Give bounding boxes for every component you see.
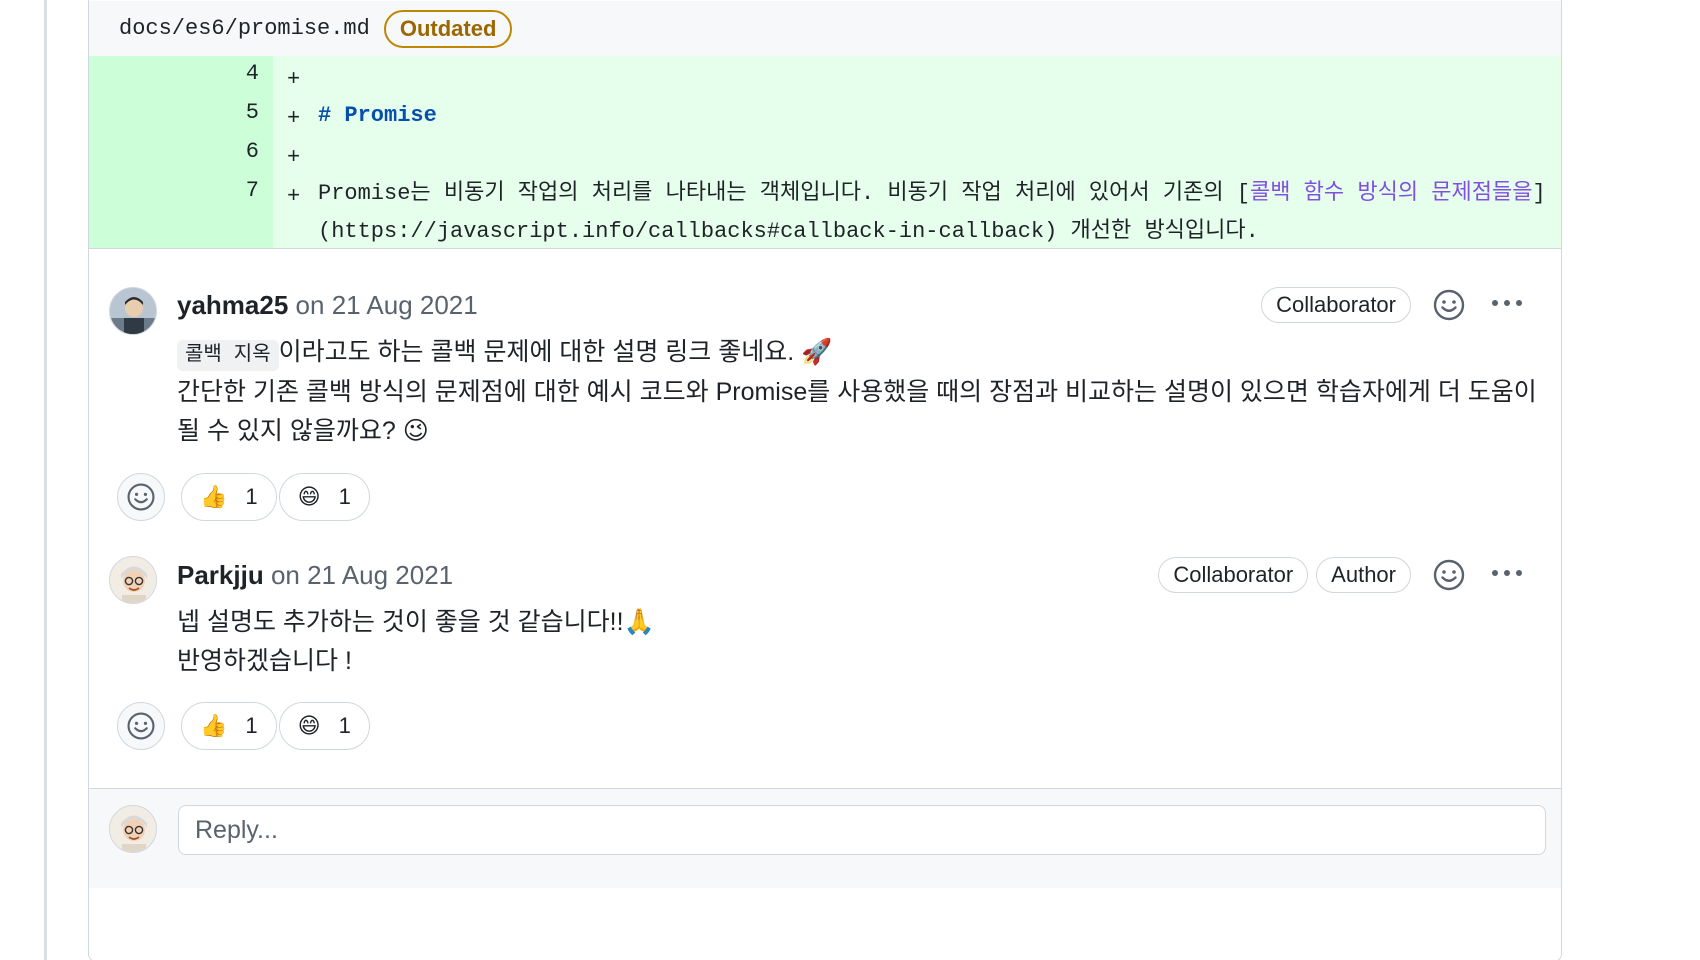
collaborator-badge: Collaborator — [1261, 287, 1411, 323]
diff-code: # Promise — [318, 103, 437, 128]
avatar[interactable] — [109, 287, 157, 335]
reaction-thumbs-up[interactable]: 👍 1 — [181, 473, 277, 521]
smiley-icon — [127, 483, 155, 511]
smiley-icon — [1433, 559, 1465, 591]
smile-icon: 😄 — [297, 713, 321, 738]
smile-icon: 😄 — [297, 484, 321, 509]
reaction-count: 1 — [245, 484, 258, 509]
diff-code-link-text: 콜백 함수 방식의 문제점들을 — [1249, 181, 1533, 206]
line-number[interactable]: 5 — [89, 95, 259, 131]
comment-date[interactable]: on 21 Aug 2021 — [296, 290, 478, 320]
diff-code-continuation: (https://javascript.info/callbacks#callb… — [318, 219, 1259, 244]
outdated-badge: Outdated — [383, 9, 513, 48]
author-name[interactable]: Parkjju — [177, 560, 264, 590]
badges: Collaborator Author — [1158, 557, 1411, 593]
reactions-bar: 👍 1 😄 1 — [117, 473, 370, 521]
collaborator-badge: Collaborator — [1158, 557, 1309, 593]
line-number[interactable]: 6 — [89, 134, 259, 170]
reply-input[interactable]: Reply... — [178, 805, 1546, 855]
author-name[interactable]: yahma25 — [177, 290, 288, 320]
add-reaction-button[interactable] — [1431, 557, 1467, 593]
badges: Collaborator — [1261, 287, 1411, 323]
comment-body-line: 반영하겠습니다 ! — [177, 647, 352, 675]
diff-line: 7 + Promise는 비동기 작업의 처리를 나타내는 객체입니다. 비동기… — [89, 173, 1561, 249]
reply-area: Reply... — [89, 788, 1561, 888]
file-header: docs/es6/promise.md Outdated — [89, 1, 1561, 56]
line-number[interactable]: 7 — [89, 173, 259, 209]
timeline-line — [44, 0, 47, 960]
smiley-icon — [127, 712, 155, 740]
diff-code-text: ] — [1532, 181, 1546, 206]
diff-sign: + — [287, 106, 301, 131]
comment-header: Parkjju on 21 Aug 2021 — [177, 553, 453, 597]
reactions-bar: 👍 1 😄 1 — [117, 702, 370, 750]
author-badge: Author — [1316, 557, 1411, 593]
file-path[interactable]: docs/es6/promise.md — [119, 16, 370, 41]
thumbs-up-icon: 👍 — [200, 484, 228, 509]
kebab-horizontal-icon — [1492, 570, 1522, 576]
thumbs-up-icon: 👍 — [200, 713, 228, 738]
comment-body-line: 간단한 기존 콜백 방식의 문제점에 대한 예시 코드와 Promise를 사용… — [177, 378, 1537, 406]
comment-body-line: 콜백 지옥 이라고도 하는 콜백 문제에 대한 설명 링크 좋네요. 🚀 — [177, 333, 832, 375]
comment-body-line: 넵 설명도 추가하는 것이 좋을 것 같습니다!!🙏 — [177, 608, 655, 636]
diff-line: 6 + — [89, 134, 1561, 173]
smiley-icon — [1433, 289, 1465, 321]
more-options-button[interactable] — [1487, 285, 1527, 321]
comment-date[interactable]: on 21 Aug 2021 — [271, 560, 453, 590]
review-thread: docs/es6/promise.md Outdated 4 + 5 + # P… — [88, 0, 1562, 960]
diff-code-text: Promise는 비동기 작업의 처리를 나타내는 객체입니다. 비동기 작업 … — [318, 181, 1250, 206]
comment-body-line: 될 수 있지 않을까요? 😉 — [177, 417, 429, 445]
comment-text: 이라고도 하는 콜백 문제에 대한 설명 링크 좋네요. 🚀 — [278, 338, 833, 366]
add-reaction-button[interactable] — [1431, 287, 1467, 323]
diff-line: 5 + # Promise — [89, 95, 1561, 134]
more-options-button[interactable] — [1487, 555, 1527, 591]
line-number[interactable]: 4 — [89, 56, 259, 92]
reaction-count: 1 — [245, 713, 258, 738]
comment-header: yahma25 on 21 Aug 2021 — [177, 283, 478, 327]
avatar[interactable] — [109, 556, 157, 604]
diff-sign: + — [287, 145, 301, 170]
add-reaction-button[interactable] — [117, 702, 165, 750]
diff-line: 4 + — [89, 56, 1561, 95]
current-user-avatar — [109, 805, 157, 853]
diff-code: Promise는 비동기 작업의 처리를 나타내는 객체입니다. 비동기 작업 … — [318, 175, 1546, 213]
diff-hunk: 4 + 5 + # Promise 6 + 7 + Promise는 비동기 작… — [89, 56, 1561, 249]
add-reaction-button[interactable] — [117, 473, 165, 521]
reaction-thumbs-up[interactable]: 👍 1 — [181, 702, 277, 750]
reaction-smile[interactable]: 😄 1 — [278, 702, 370, 750]
diff-sign: + — [287, 67, 301, 92]
inline-code: 콜백 지옥 — [177, 340, 279, 371]
reaction-count: 1 — [338, 713, 351, 738]
reaction-smile[interactable]: 😄 1 — [278, 473, 370, 521]
diff-sign: + — [287, 184, 301, 209]
reaction-count: 1 — [338, 484, 351, 509]
kebab-horizontal-icon — [1492, 300, 1522, 306]
